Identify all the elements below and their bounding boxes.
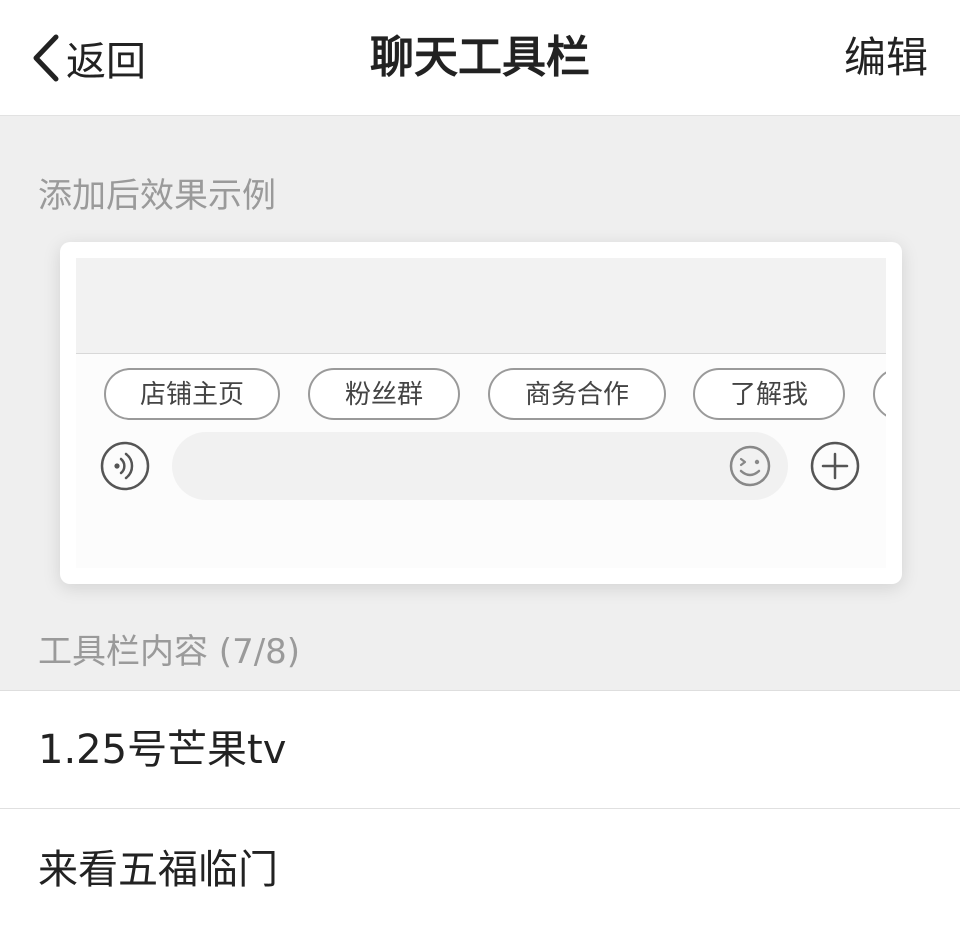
- preview-chat-area: [76, 258, 886, 354]
- preview-chip: 店铺主页: [104, 368, 280, 420]
- preview-chip: 了解我: [693, 368, 845, 420]
- toolbar-preview-card: 店铺主页 粉丝群 商务合作 了解我: [60, 242, 902, 584]
- plus-icon: [810, 441, 860, 491]
- preview-section-label: 添加后效果示例: [38, 176, 276, 216]
- emoji-icon: [729, 445, 771, 487]
- voice-icon: [100, 441, 150, 491]
- toolbar-item-list: 1.25号芒果tv 来看五福临门: [0, 690, 960, 929]
- nav-bar: 返回 聊天工具栏 编辑: [0, 0, 960, 116]
- preview-toolbar: 店铺主页 粉丝群 商务合作 了解我: [76, 354, 886, 568]
- list-item[interactable]: 来看五福临门: [0, 811, 960, 929]
- preview-chip-row: 店铺主页 粉丝群 商务合作 了解我: [76, 368, 886, 420]
- preview-message-input: [172, 432, 788, 500]
- edit-button[interactable]: 编辑: [844, 28, 928, 88]
- preview-chip: 商务合作: [488, 368, 666, 420]
- list-item[interactable]: 1.25号芒果tv: [0, 691, 960, 809]
- page-title: 聊天工具栏: [370, 32, 590, 83]
- toolbar-content-label: 工具栏内容 (7/8): [38, 632, 301, 672]
- preview-chip: 粉丝群: [308, 368, 460, 420]
- preview-chip-partial: [873, 368, 886, 420]
